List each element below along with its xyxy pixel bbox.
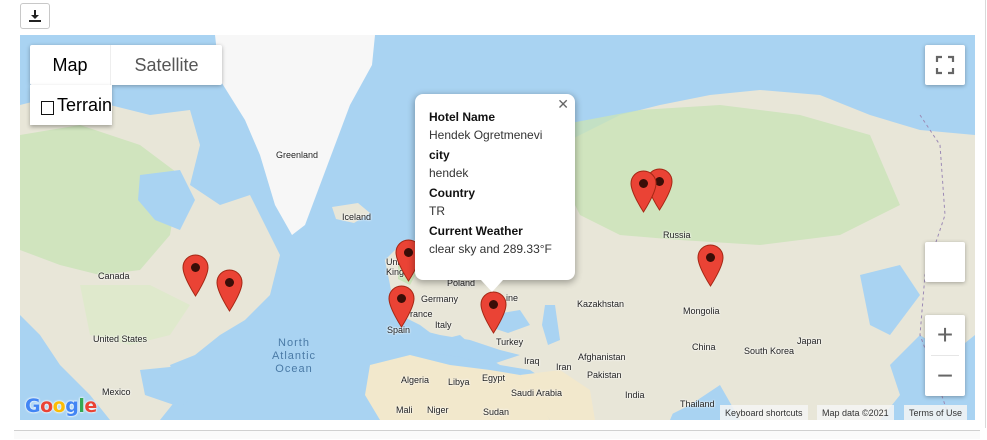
city-value: hendek xyxy=(429,166,469,180)
zoom-in-button[interactable]: + xyxy=(925,315,965,355)
download-button[interactable] xyxy=(20,3,50,29)
map-label-ocean: North Atlantic Ocean xyxy=(271,337,317,375)
street-view-pegman-button[interactable] xyxy=(925,242,965,282)
map-label-greenland: Greenland xyxy=(276,150,319,160)
map-label-south-korea: South Korea xyxy=(744,346,795,356)
map-label-canada: Canada xyxy=(98,271,130,281)
google-map[interactable]: Greenland Iceland Canada United States M… xyxy=(20,35,975,420)
map-label-pakistan: Pakistan xyxy=(587,370,622,380)
map-label-iraq: Iraq xyxy=(524,356,540,366)
zoom-control: + − xyxy=(925,315,965,396)
hotel-marker-selected[interactable] xyxy=(480,291,507,334)
hotel-name-value: Hendek Ogretmenevi xyxy=(429,128,543,142)
map-label-egypt: Egypt xyxy=(482,373,506,383)
current-weather-label: Current Weather xyxy=(429,224,523,238)
map-label-germany: Germany xyxy=(421,294,459,304)
hotel-marker[interactable] xyxy=(216,269,243,312)
hotel-marker[interactable] xyxy=(697,244,724,287)
map-label-sudan: Sudan xyxy=(483,407,510,417)
hotel-marker[interactable] xyxy=(388,285,415,328)
fullscreen-icon xyxy=(935,55,955,75)
map-type-control: Map Satellite xyxy=(30,45,222,85)
download-icon xyxy=(29,10,41,22)
hotel-marker[interactable] xyxy=(630,170,657,213)
map-label-saudi-arabia: Saudi Arabia xyxy=(511,388,563,398)
map-label-russia: Russia xyxy=(663,230,691,240)
city-label: city xyxy=(429,148,450,162)
next-panel-edge xyxy=(14,430,980,439)
zoom-out-button[interactable]: − xyxy=(925,356,965,396)
keyboard-shortcuts-link[interactable]: Keyboard shortcuts xyxy=(720,405,808,420)
map-label-italy: Italy xyxy=(435,320,452,330)
map-label-mexico: Mexico xyxy=(102,387,131,397)
fullscreen-button[interactable] xyxy=(925,45,965,85)
country-label: Country xyxy=(429,186,475,200)
map-label-india: India xyxy=(625,390,645,400)
map-label-iran: Iran xyxy=(556,362,572,372)
map-label-libya: Libya xyxy=(448,377,470,387)
map-label-iceland: Iceland xyxy=(342,212,372,222)
map-label-kazakhstan: Kazakhstan xyxy=(577,299,625,309)
map-type-map-button[interactable]: Map xyxy=(30,45,110,85)
map-label-thailand: Thailand xyxy=(680,399,715,409)
close-icon[interactable]: ✕ xyxy=(557,96,569,113)
google-logo[interactable]: Google xyxy=(25,395,97,417)
hotel-info-window: ✕ Hotel Name Hendek Ogretmenevi city hen… xyxy=(415,94,575,292)
current-weather-value: clear sky and 289.33°F xyxy=(429,242,552,256)
hotel-name-label: Hotel Name xyxy=(429,110,496,124)
info-window-tail xyxy=(481,280,503,292)
map-label-ukraine: ine xyxy=(506,293,519,303)
hotel-marker[interactable] xyxy=(182,254,209,297)
terrain-option[interactable]: Terrain xyxy=(30,85,112,125)
map-label-niger: Niger xyxy=(427,405,449,415)
map-data-attribution: Map data ©2021 xyxy=(817,405,894,420)
terrain-label: Terrain xyxy=(56,94,112,115)
map-label-mali: Mali xyxy=(396,405,413,415)
map-label-japan: Japan xyxy=(797,336,822,346)
map-label-china: China xyxy=(692,342,716,352)
country-value: TR xyxy=(429,204,445,218)
map-label-afghanistan: Afghanistan xyxy=(578,352,626,362)
map-label-mongolia: Mongolia xyxy=(683,306,720,316)
map-label-united-states: United States xyxy=(93,334,148,344)
map-label-turkey: Turkey xyxy=(496,337,524,347)
terms-of-use-link[interactable]: Terms of Use xyxy=(904,405,968,420)
terrain-checkbox[interactable] xyxy=(41,100,54,115)
map-type-satellite-button[interactable]: Satellite xyxy=(110,45,222,85)
map-label-algeria: Algeria xyxy=(401,375,430,385)
